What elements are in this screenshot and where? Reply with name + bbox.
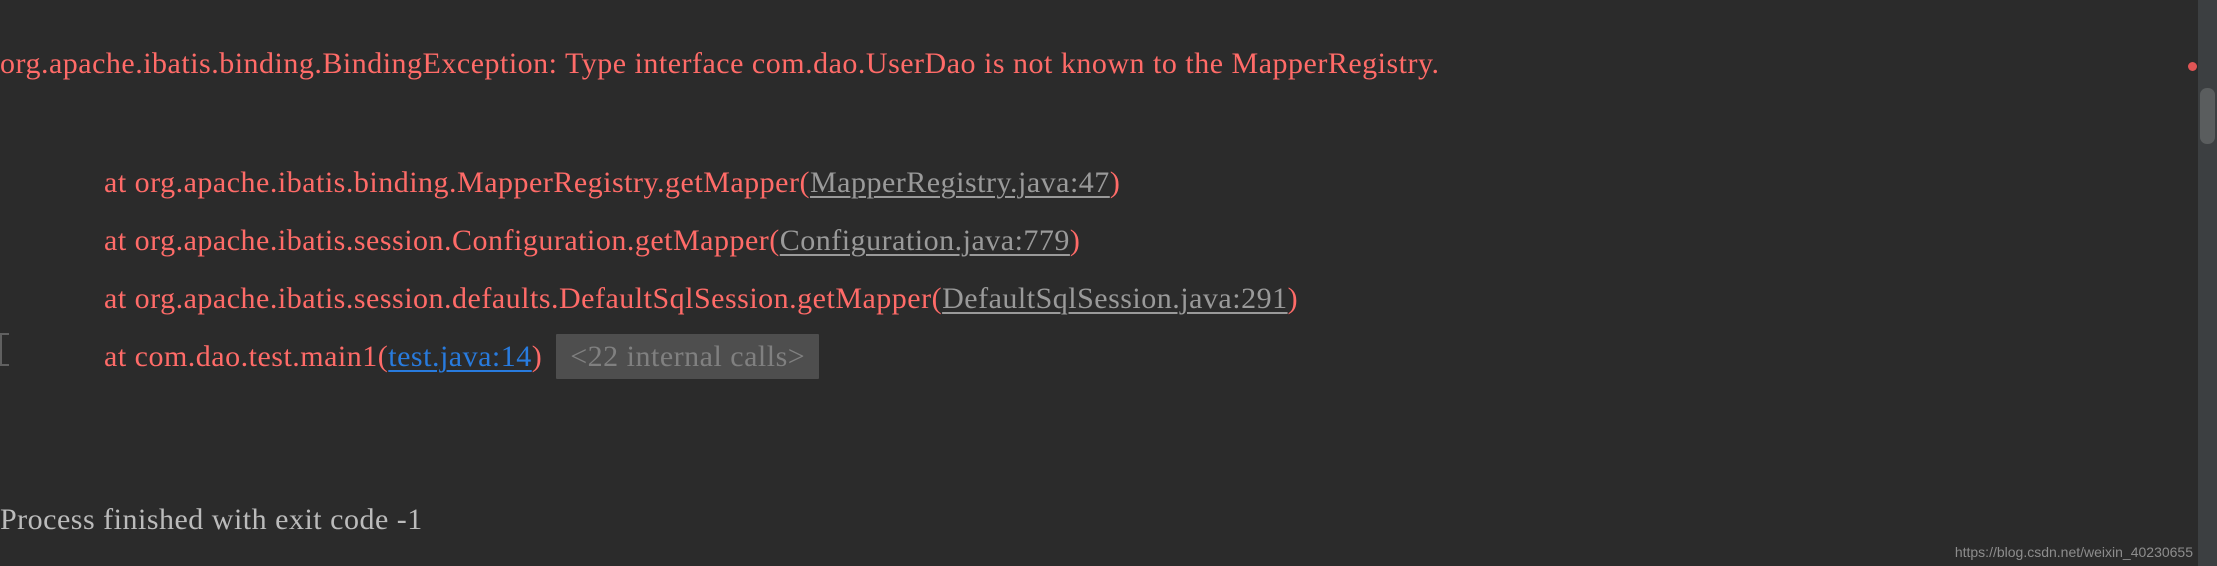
stack-frame-file-link[interactable]: DefaultSqlSession.java:291 [942,282,1287,315]
stack-frame-open-paren: ( [377,340,389,373]
exception-message-line: org.apache.ibatis.binding.BindingExcepti… [0,47,1440,80]
console-output-panel: org.apache.ibatis.binding.BindingExcepti… [0,0,2217,566]
stack-frame-close-paren: ) [1287,282,1299,315]
stack-frame-at-keyword: at [72,282,135,315]
watermark-text: https://blog.csdn.net/weixin_40230655 [1954,544,2193,560]
console-text-area[interactable]: org.apache.ibatis.binding.BindingExcepti… [0,0,2190,566]
stack-frame-close-paren: ) [1109,166,1121,199]
stack-trace-row: at org.apache.ibatis.session.defaults.De… [72,279,1298,318]
stack-frame-file-link[interactable]: test.java:14 [388,340,531,373]
stack-frame-open-paren: ( [799,166,810,199]
stack-frame-at-keyword: at [72,224,135,257]
internal-calls-chip[interactable]: <22 internal calls> [556,334,820,379]
error-marker-gutter[interactable] [2190,0,2198,566]
stack-frame-method: org.apache.ibatis.session.defaults.Defau… [134,282,932,315]
stack-frame-method: org.apache.ibatis.session.Configuration.… [134,224,770,257]
stack-frame-at-keyword: at [72,340,135,373]
stack-frame-method: com.dao.test.main1 [134,340,378,373]
stack-trace-row: at com.dao.test.main1(test.java:14) <22 i… [72,334,820,379]
stack-frame-at-keyword: at [72,166,135,199]
stack-frame-file-link[interactable]: MapperRegistry.java:47 [810,166,1110,199]
stack-frame-open-paren: ( [931,282,943,315]
stack-frame-method: org.apache.ibatis.binding.MapperRegistry… [134,166,800,199]
process-exit-line: Process finished with exit code -1 [0,503,423,536]
error-marker-dot-icon[interactable] [2188,62,2197,71]
stack-frame-close-paren: ) [531,340,543,373]
stack-frame-open-paren: ( [769,224,780,257]
stack-trace-row: at org.apache.ibatis.session.Configurati… [72,221,1080,260]
stack-frame-close-paren: ) [1069,224,1081,257]
vertical-scrollbar-thumb[interactable] [2200,88,2215,144]
stack-frame-file-link[interactable]: Configuration.java:779 [780,224,1070,257]
vertical-scrollbar-track[interactable] [2198,0,2217,566]
stack-trace-row: at org.apache.ibatis.binding.MapperRegis… [72,163,1120,202]
